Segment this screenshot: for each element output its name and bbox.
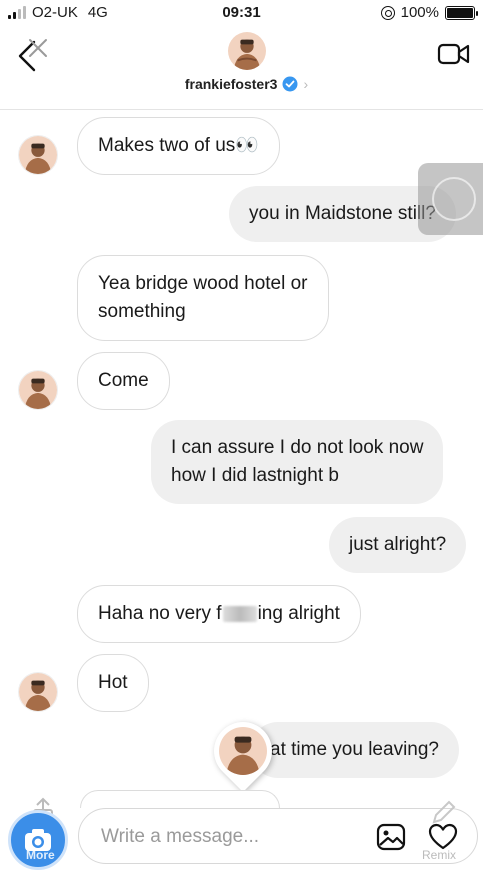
pencil-icon	[432, 800, 456, 824]
message-text: Makes two of us👀	[98, 135, 259, 156]
message-text-line: how I did lastnight b	[171, 465, 339, 486]
chevron-left-icon	[18, 39, 47, 72]
message-text: Come	[98, 370, 149, 391]
thread-username[interactable]: frankiefoster3	[185, 76, 278, 92]
chevron-right-icon: ›	[303, 76, 309, 92]
gallery-button[interactable]	[375, 821, 407, 853]
watermark-remix-label: Remix	[422, 848, 457, 862]
partial-message-bubble	[80, 790, 280, 808]
back-button[interactable]	[10, 34, 50, 74]
sender-avatar[interactable]	[18, 672, 58, 712]
watermark-more-label: More	[26, 848, 55, 862]
username-row[interactable]: frankiefoster3 ›	[0, 76, 483, 92]
message-bubble-incoming[interactable]: Hot	[77, 654, 149, 712]
profile-photo-icon	[219, 727, 267, 775]
video-camera-icon	[437, 43, 470, 65]
censored-blur	[222, 605, 257, 622]
message-text-start: Haha no very f	[98, 603, 222, 624]
status-right: 100%	[380, 4, 478, 21]
header-avatar[interactable]	[228, 32, 266, 70]
sender-avatar[interactable]	[18, 135, 58, 175]
message-text-line: I can assure I do not look now	[171, 437, 424, 458]
message-text-end: ing alright	[257, 603, 340, 624]
message-bubble-incoming[interactable]: Come	[77, 352, 170, 410]
profile-photo-icon	[19, 136, 57, 174]
message-bubble-outgoing[interactable]: at time you leaving?	[250, 722, 459, 778]
sender-avatar[interactable]	[18, 370, 58, 410]
profile-photo-icon	[228, 32, 266, 70]
rotation-lock-icon	[380, 5, 395, 20]
message-bubble-incoming[interactable]: Makes two of us👀	[77, 117, 280, 175]
image-gallery-icon	[376, 823, 406, 851]
message-text: Hot	[98, 672, 128, 693]
message-text: at time you leaving?	[270, 739, 439, 760]
watermark-overlay	[418, 163, 483, 235]
battery-icon	[445, 5, 478, 20]
battery-percent: 100%	[400, 4, 439, 21]
message-bubble-outgoing[interactable]: I can assure I do not look now how I did…	[151, 420, 444, 504]
message-input[interactable]	[101, 823, 361, 851]
message-bubble-incoming[interactable]: Haha no very f ing alright	[77, 585, 361, 643]
profile-photo-icon	[19, 371, 57, 409]
dm-thread-screen: O2-UK 4G 09:31 100% frankiefoster3 › Mak…	[0, 0, 483, 873]
video-call-button[interactable]	[437, 40, 471, 68]
thread-header: frankiefoster3 ›	[0, 26, 483, 110]
message-text: you in Maidstone still?	[249, 203, 436, 224]
profile-photo-icon	[19, 673, 57, 711]
message-bubble-outgoing[interactable]: just alright?	[329, 517, 467, 573]
message-text-line: something	[98, 301, 186, 322]
message-input-container[interactable]	[78, 808, 478, 864]
status-bar: O2-UK 4G 09:31 100%	[0, 0, 483, 26]
message-text: just alright?	[349, 534, 447, 555]
verified-badge-icon	[282, 76, 298, 92]
message-text-line: Yea bridge wood hotel or	[98, 273, 308, 294]
message-bubble-incoming[interactable]: Yea bridge wood hotel or something	[77, 255, 329, 341]
